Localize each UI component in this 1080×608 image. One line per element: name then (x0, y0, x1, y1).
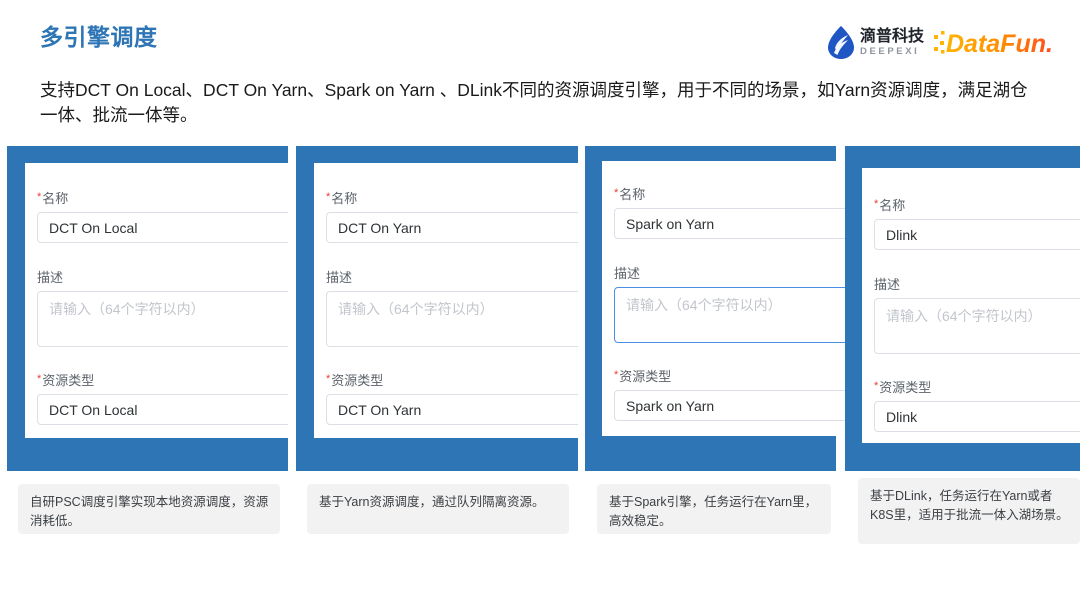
name-label: *名称 (326, 191, 358, 206)
required-asterisk-icon: * (37, 191, 42, 203)
engine-card: *名称 DCT On Yarn 描述 请输入（64个字符以内） *资源类型 DC… (296, 146, 578, 471)
resource-type-label: *资源类型 (614, 369, 672, 384)
engine-card-list: *名称 DCT On Local 描述 请输入（64个字符以内） *资源类型 D… (0, 0, 1080, 608)
required-asterisk-icon: * (326, 373, 331, 385)
card-caption: 自研PSC调度引擎实现本地资源调度，资源消耗低。 (18, 484, 280, 534)
engine-form-panel: *名称 DCT On Yarn 描述 请输入（64个字符以内） *资源类型 DC… (314, 163, 578, 438)
card-caption: 基于DLink，任务运行在Yarn或者K8S里，适用于批流一体入湖场景。 (858, 478, 1080, 544)
card-caption: 基于Spark引擎，任务运行在Yarn里，高效稳定。 (597, 484, 831, 534)
description-label: 描述 (37, 270, 64, 285)
name-label: *名称 (37, 191, 69, 206)
resource-type-select[interactable]: DCT On Local (37, 394, 288, 425)
resource-type-label: *资源类型 (874, 380, 932, 395)
resource-type-label: *资源类型 (37, 373, 95, 388)
engine-card: *名称 Dlink 描述 请输入（64个字符以内） *资源类型 Dlink (845, 146, 1080, 471)
engine-form-panel: *名称 Dlink 描述 请输入（64个字符以内） *资源类型 Dlink (862, 168, 1080, 443)
required-asterisk-icon: * (874, 198, 879, 210)
required-asterisk-icon: * (614, 187, 619, 199)
name-input[interactable]: DCT On Local (37, 212, 288, 243)
name-input[interactable]: DCT On Yarn (326, 212, 578, 243)
required-asterisk-icon: * (37, 373, 42, 385)
name-input[interactable]: Spark on Yarn (614, 208, 854, 239)
name-input[interactable]: Dlink (874, 219, 1080, 250)
required-asterisk-icon: * (326, 191, 331, 203)
name-label: *名称 (614, 187, 646, 202)
description-textarea[interactable]: 请输入（64个字符以内） (326, 291, 578, 347)
description-textarea[interactable]: 请输入（64个字符以内） (614, 287, 854, 343)
engine-form-panel: *名称 Spark on Yarn 描述 请输入（64个字符以内） *资源类型 … (602, 161, 854, 436)
description-label: 描述 (326, 270, 353, 285)
description-textarea[interactable]: 请输入（64个字符以内） (37, 291, 288, 347)
resource-type-label: *资源类型 (326, 373, 384, 388)
resource-type-select[interactable]: Spark on Yarn (614, 390, 854, 421)
description-label: 描述 (614, 266, 641, 281)
resource-type-select[interactable]: DCT On Yarn (326, 394, 578, 425)
name-label: *名称 (874, 198, 906, 213)
engine-card: *名称 Spark on Yarn 描述 请输入（64个字符以内） *资源类型 … (585, 146, 854, 471)
description-textarea[interactable]: 请输入（64个字符以内） (874, 298, 1080, 354)
engine-card: *名称 DCT On Local 描述 请输入（64个字符以内） *资源类型 D… (7, 146, 288, 471)
card-caption: 基于Yarn资源调度，通过队列隔离资源。 (307, 484, 569, 534)
description-label: 描述 (874, 277, 901, 292)
required-asterisk-icon: * (614, 369, 619, 381)
required-asterisk-icon: * (874, 380, 879, 392)
engine-form-panel: *名称 DCT On Local 描述 请输入（64个字符以内） *资源类型 D… (25, 163, 288, 438)
resource-type-select[interactable]: Dlink (874, 401, 1080, 432)
